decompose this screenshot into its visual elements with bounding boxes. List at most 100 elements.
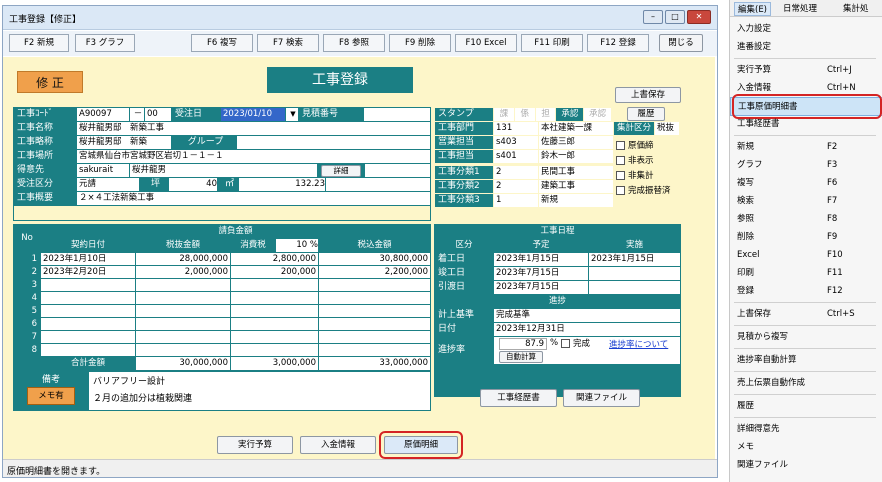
- place-field[interactable]: 宮城県仙台市宮城野区岩切１－１－１: [77, 150, 430, 163]
- menu-item[interactable]: 進捗率自動計算: [730, 351, 882, 370]
- cost-detail-button[interactable]: 原価明細: [384, 436, 458, 454]
- fkey-button-2[interactable]: F3 グラフ: [75, 34, 135, 52]
- menu-tab-2[interactable]: 日常処理: [780, 2, 820, 14]
- contract-date-cell[interactable]: [41, 279, 135, 291]
- contract-ex-cell[interactable]: [136, 318, 230, 330]
- aggregate-option-4[interactable]: 完成振替済: [616, 184, 682, 199]
- menu-tab-1[interactable]: 編集(E): [734, 2, 772, 16]
- name-field[interactable]: 桜井龍男邸 新築工事: [77, 122, 430, 135]
- budget-button[interactable]: 実行予算: [217, 436, 293, 454]
- client-code-field[interactable]: sakurait: [77, 164, 129, 177]
- contract-date-cell[interactable]: [41, 331, 135, 343]
- m2-field[interactable]: 132.23: [239, 178, 325, 191]
- short-name-field[interactable]: 桜井龍男邸 新築: [77, 136, 171, 149]
- schedule-actual[interactable]: [589, 281, 680, 294]
- contract-in-cell[interactable]: 30,800,000: [319, 253, 430, 265]
- order-class-field[interactable]: 元請: [77, 178, 139, 191]
- contract-ex-cell[interactable]: [136, 305, 230, 317]
- contract-ex-cell[interactable]: [136, 331, 230, 343]
- menu-item[interactable]: 実行予算 Ctrl+J: [730, 61, 882, 80]
- menu-item[interactable]: グラフ F3: [730, 156, 882, 175]
- fkey-button-1[interactable]: F2 新規: [9, 34, 69, 52]
- group-field[interactable]: [237, 136, 430, 149]
- aggregate-option-4-box[interactable]: [616, 186, 625, 195]
- stamp-4[interactable]: 承認: [556, 108, 584, 121]
- date-dropdown-icon[interactable]: ▼: [286, 108, 298, 121]
- payment-info-button[interactable]: 入金情報: [300, 436, 376, 454]
- history-doc-button[interactable]: 工事経歴書: [480, 389, 557, 407]
- stamp-3[interactable]: 担: [535, 108, 556, 121]
- schedule-actual[interactable]: [589, 267, 680, 280]
- schedule-planned[interactable]: 2023年7月15日: [494, 267, 588, 280]
- menu-item[interactable]: 詳細得意先: [730, 420, 882, 439]
- order-date-field[interactable]: 2023/01/10: [221, 108, 285, 121]
- maximize-button[interactable]: □: [665, 10, 685, 24]
- auto-calc-button[interactable]: 自動計算: [499, 351, 543, 363]
- history-button[interactable]: 履歴: [627, 107, 665, 121]
- schedule-planned[interactable]: 2023年7月15日: [494, 281, 588, 294]
- menu-item[interactable]: 売上伝票自動作成: [730, 374, 882, 393]
- menu-item[interactable]: 上書保存 Ctrl+S: [730, 305, 882, 324]
- contract-tax-cell[interactable]: [231, 331, 318, 343]
- menu-item[interactable]: Excel F10: [730, 246, 882, 265]
- contract-in-cell[interactable]: 2,200,000: [319, 266, 430, 278]
- menu-item[interactable]: 参照 F8: [730, 210, 882, 229]
- assign-code-5[interactable]: 2: [494, 180, 538, 193]
- fkey-button-5[interactable]: F8 参照: [323, 34, 385, 52]
- contract-date-cell[interactable]: [41, 344, 135, 356]
- menu-item[interactable]: メモ: [730, 438, 882, 457]
- menu-item[interactable]: 新規 F2: [730, 138, 882, 157]
- aggregate-option-3[interactable]: 非集計: [616, 169, 682, 184]
- fkey-button-6[interactable]: F9 削除: [389, 34, 451, 52]
- contract-ex-cell[interactable]: [136, 292, 230, 304]
- contract-ex-cell[interactable]: [136, 279, 230, 291]
- stamp-1[interactable]: 課: [494, 108, 514, 121]
- menu-item[interactable]: 検索 F7: [730, 192, 882, 211]
- tax-exclude-field[interactable]: 税抜: [655, 122, 679, 135]
- menu-item[interactable]: 複写 F6: [730, 174, 882, 193]
- memo-button[interactable]: メモ有: [27, 387, 75, 405]
- contract-tax-cell[interactable]: [231, 292, 318, 304]
- estimate-field[interactable]: [364, 108, 430, 121]
- schedule-planned[interactable]: 2023年1月15日: [494, 253, 588, 266]
- assign-code-3[interactable]: s401: [494, 150, 538, 163]
- contract-ex-cell[interactable]: 2,000,000: [136, 266, 230, 278]
- assign-code-1[interactable]: 131: [494, 122, 538, 135]
- assign-value-6[interactable]: 新規: [539, 194, 613, 207]
- assign-code-2[interactable]: s403: [494, 136, 538, 149]
- contract-in-cell[interactable]: [319, 331, 430, 343]
- contract-in-cell[interactable]: [319, 279, 430, 291]
- menu-item[interactable]: 工事経歴書: [730, 115, 882, 134]
- stamp-2[interactable]: 係: [514, 108, 535, 121]
- contract-date-cell[interactable]: [41, 292, 135, 304]
- menu-item[interactable]: 印刷 F11: [730, 264, 882, 283]
- minimize-button[interactable]: –: [643, 10, 663, 24]
- close-window-button[interactable]: ✕: [687, 10, 711, 24]
- rate-field[interactable]: 87.9: [499, 338, 547, 350]
- menu-item[interactable]: 入力設定: [730, 20, 882, 39]
- contract-in-cell[interactable]: [319, 292, 430, 304]
- contract-date-cell[interactable]: [41, 305, 135, 317]
- assign-value-3[interactable]: 鈴木一郎: [539, 150, 613, 163]
- assign-value-5[interactable]: 建築工事: [539, 180, 613, 193]
- assign-value-4[interactable]: 民間工事: [539, 166, 613, 179]
- assign-code-6[interactable]: 1: [494, 194, 538, 207]
- menu-tab-3[interactable]: 集計処: [840, 2, 872, 14]
- contract-in-cell[interactable]: [319, 344, 430, 356]
- menu-item[interactable]: 関連ファイル: [730, 456, 882, 475]
- contract-tax-cell[interactable]: 200,000: [231, 266, 318, 278]
- contract-tax-cell[interactable]: [231, 344, 318, 356]
- fkey-button-9[interactable]: F12 登録: [587, 34, 649, 52]
- progress-date-field[interactable]: 2023年12月31日: [494, 323, 680, 336]
- close-button[interactable]: 閉じる: [659, 34, 703, 52]
- fkey-button-3[interactable]: F6 複写: [191, 34, 253, 52]
- schedule-actual[interactable]: 2023年1月15日: [589, 253, 680, 266]
- client-name-field[interactable]: 桜井龍男: [130, 164, 317, 177]
- aggregate-option-2-box[interactable]: [616, 156, 625, 165]
- fkey-button-8[interactable]: F11 印刷: [521, 34, 583, 52]
- summary-field[interactable]: ２×４工法新築工事: [77, 192, 430, 205]
- menu-item[interactable]: 見積から複写: [730, 328, 882, 347]
- fkey-button-4[interactable]: F7 検索: [257, 34, 319, 52]
- done-checkbox[interactable]: 完成: [561, 337, 590, 349]
- fkey-button-7[interactable]: F10 Excel: [455, 34, 517, 52]
